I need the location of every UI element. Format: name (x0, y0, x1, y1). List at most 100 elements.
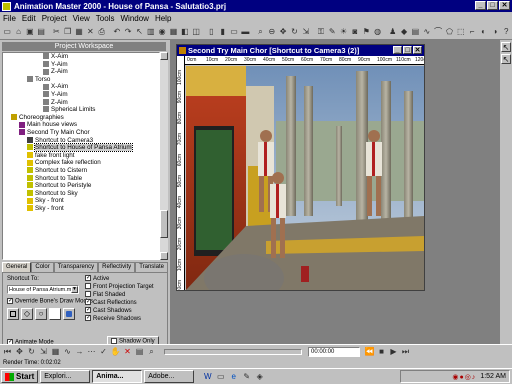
pb-rewind-icon[interactable]: ⏪ (364, 346, 375, 357)
move-icon[interactable]: ✥ (278, 26, 288, 37)
frame-icon[interactable]: ◧ (180, 26, 190, 37)
pb-check-icon[interactable]: ✓ (98, 346, 109, 357)
help-icon[interactable]: ? (501, 26, 511, 37)
property-checkbox[interactable] (85, 283, 91, 290)
pb-end-icon[interactable]: ⏭ (400, 346, 411, 357)
property-checkbox[interactable]: ✓ (85, 275, 91, 282)
pb-rotate-icon[interactable]: ↻ (26, 346, 37, 357)
tray-icons[interactable]: ◉●◎♪ (452, 373, 476, 381)
redo-icon[interactable]: ↷ (123, 26, 133, 37)
pb-scale-icon[interactable]: ⇲ (38, 346, 49, 357)
view-cam-icon[interactable]: ▬ (240, 26, 250, 37)
hook-icon[interactable]: ⌐ (467, 26, 477, 37)
arrow-tool-icon[interactable]: ↖ (501, 42, 511, 52)
timeline-icon[interactable]: ▤ (410, 26, 420, 37)
rotate-icon[interactable]: ↻ (289, 26, 299, 37)
quicklaunch-word-icon[interactable]: W (202, 371, 213, 382)
minimize-button[interactable]: _ (475, 1, 486, 10)
action-icon[interactable]: ⚑ (361, 26, 371, 37)
task-animation-master[interactable]: Anima... (92, 370, 143, 383)
pb-delete-icon[interactable]: ✕ (122, 346, 133, 357)
tree-scrollbar[interactable] (160, 52, 168, 260)
task-explorer[interactable]: Explori... (40, 370, 91, 383)
pb-stop-icon[interactable]: ■ (376, 346, 387, 357)
tree-item[interactable]: Spherical Limits (3, 106, 159, 114)
tree-item[interactable]: X-Aim (3, 83, 159, 91)
paste-icon[interactable]: ▦ (74, 26, 84, 37)
extrude-icon[interactable]: ◑ (490, 26, 500, 37)
keyframe-icon[interactable]: ◆ (399, 26, 409, 37)
quicklaunch-paint-icon[interactable]: ✎ (241, 371, 252, 382)
draw-mode-blank-icon[interactable] (49, 308, 61, 320)
tab-general[interactable]: General (2, 262, 32, 272)
tab-color[interactable]: Color (31, 262, 54, 272)
override-checkbox[interactable]: ✓ (7, 298, 13, 304)
tree-item[interactable]: Z-Aim (3, 68, 159, 76)
property-checkbox[interactable]: ✓ (85, 307, 91, 314)
tree-item[interactable]: Shortcut to Table (3, 175, 159, 183)
tab-transparency[interactable]: Transparency (53, 262, 99, 272)
tree-item[interactable]: Shortcut to Peristyle (3, 182, 159, 190)
menu-view[interactable]: View (73, 14, 90, 23)
print-icon[interactable]: ⎙ (97, 26, 107, 37)
shortcut-to-select[interactable]: House of Pansa Atrium.mdl (7, 285, 79, 294)
tree-item[interactable]: X-Aim (3, 53, 159, 61)
pb-etc-icon[interactable]: ⋯ (86, 346, 97, 357)
view-front-icon[interactable]: ▯ (206, 26, 216, 37)
tree-item[interactable]: Shortcut to House of Pansa Atrium (3, 143, 159, 153)
tree-item[interactable]: fake front light (3, 152, 159, 160)
tree-item[interactable]: Shortcut to Cistern (3, 167, 159, 175)
pb-hand-icon[interactable]: ✋ (110, 346, 121, 357)
quicklaunch-ie-icon[interactable]: e (228, 371, 239, 382)
quicklaunch-app-icon[interactable]: ◈ (254, 371, 265, 382)
zoom-out-icon[interactable]: ⊖ (267, 26, 277, 37)
draw-mode-diamond-icon[interactable]: ◇ (21, 308, 33, 320)
tree-item[interactable]: Sky - front (3, 205, 159, 213)
light-icon[interactable]: ☀ (338, 26, 348, 37)
tree-item[interactable]: Choreographies (3, 114, 159, 122)
project-icon[interactable]: ▥ (146, 26, 156, 37)
zoom-icon[interactable]: ⌕ (255, 26, 265, 37)
new-icon[interactable]: ▭ (2, 26, 12, 37)
scale-icon[interactable]: ⇲ (301, 26, 311, 37)
tab-reflectivity[interactable]: Reflectivity (98, 262, 136, 272)
pb-play-icon[interactable]: ▶ (388, 346, 399, 357)
draw-mode-box-icon[interactable] (7, 308, 19, 320)
curve-icon[interactable]: ⌒ (433, 26, 443, 37)
tree-item[interactable]: Y-Aim (3, 61, 159, 69)
wire-icon[interactable]: ◫ (191, 26, 201, 37)
bone-icon[interactable]: ✎ (327, 26, 337, 37)
time-slider[interactable] (164, 348, 302, 355)
menu-edit[interactable]: Edit (22, 14, 36, 23)
menu-tools[interactable]: Tools (96, 14, 115, 23)
delete-icon[interactable]: ✕ (85, 26, 95, 37)
menu-file[interactable]: File (3, 14, 16, 23)
render-icon[interactable]: ◉ (157, 26, 167, 37)
tree-item[interactable]: Y-Aim (3, 91, 159, 99)
tree-item[interactable]: Torso (3, 76, 159, 84)
render-viewport[interactable] (186, 66, 424, 290)
cut-icon[interactable]: ✂ (51, 26, 61, 37)
tree-item[interactable]: Second Try Main Chor (3, 129, 159, 137)
tree-item[interactable]: Z-Aim (3, 99, 159, 107)
property-checkbox[interactable]: ✓ (85, 299, 91, 306)
view-side-icon[interactable]: ▮ (217, 26, 227, 37)
quicklaunch-folder-icon[interactable]: ▭ (215, 371, 226, 382)
tree-item[interactable]: Shortcut to Sky (3, 190, 159, 198)
grid-icon[interactable]: ▦ (168, 26, 178, 37)
property-checkbox[interactable] (85, 291, 91, 298)
scroll-thumb[interactable] (160, 210, 168, 238)
scroll-up-icon[interactable] (160, 52, 168, 60)
child-maximize-button[interactable]: □ (403, 46, 412, 54)
patch-icon[interactable]: ⬠ (444, 26, 454, 37)
pb-zoom-icon[interactable]: ⌕ (146, 346, 157, 357)
save-all-icon[interactable]: ▤ (36, 26, 46, 37)
save-icon[interactable]: ▣ (25, 26, 35, 37)
maximize-button[interactable]: □ (487, 1, 498, 10)
group-icon[interactable]: ⬚ (456, 26, 466, 37)
lathe-icon[interactable]: ◐ (478, 26, 488, 37)
camera-icon[interactable]: ◙ (350, 26, 360, 37)
tree-item[interactable]: Complex fake reflection (3, 159, 159, 167)
child-minimize-button[interactable]: _ (393, 46, 402, 54)
spline-icon[interactable]: ∿ (422, 26, 432, 37)
